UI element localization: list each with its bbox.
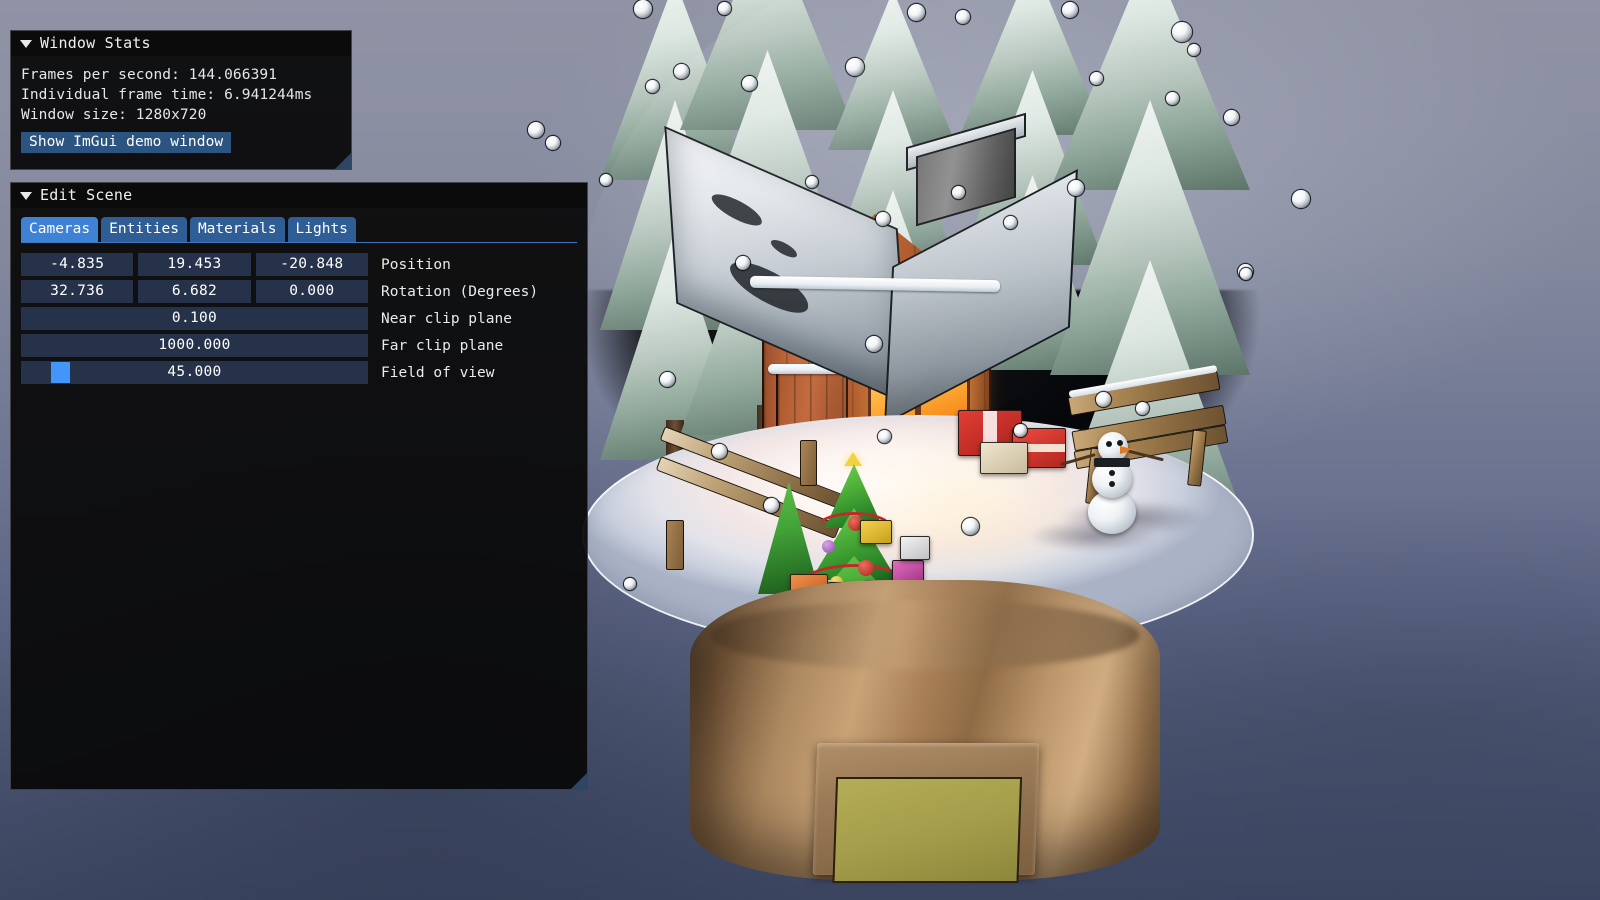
window-stats-panel[interactable]: Window Stats Frames per second: 144.0663…	[10, 30, 352, 170]
camera-fov-slider[interactable]: 45.000	[21, 361, 368, 384]
frame-time-stat: Individual frame time: 6.941244ms	[21, 87, 313, 103]
snow-globe	[560, 0, 1290, 900]
tab-cameras[interactable]: Cameras	[21, 217, 99, 242]
window-stats-title: Window Stats	[40, 34, 151, 53]
camera-far-clip-label: Far clip plane	[381, 337, 504, 354]
snowman-eye-right	[1117, 440, 1123, 446]
edit-scene-title: Edit Scene	[40, 186, 133, 205]
snow-particle	[956, 10, 970, 24]
snowman-eye-left	[1106, 441, 1112, 447]
camera-fov-row: 45.000 Field of view	[21, 361, 577, 384]
snow-particle	[876, 212, 890, 226]
edit-scene-resize-grip[interactable]	[571, 773, 587, 789]
snow-particle	[624, 578, 636, 590]
snow-particle	[718, 2, 731, 15]
snow-particle	[1096, 392, 1111, 407]
camera-rotation-row: 32.736 6.682 0.000 Rotation (Degrees)	[21, 280, 577, 303]
pedestal-highlight-band	[710, 600, 1140, 670]
fence-post-left	[666, 520, 684, 570]
snow-particle	[1004, 216, 1017, 229]
snow-particle	[712, 444, 727, 459]
snowman-button-1	[1109, 470, 1115, 476]
edit-scene-body: Cameras Entities Materials Lights -4.835…	[11, 209, 587, 398]
tab-entities[interactable]: Entities	[101, 217, 187, 242]
snow-particle	[1292, 190, 1310, 208]
camera-rotation-x-field[interactable]: 32.736	[21, 280, 134, 303]
camera-position-z-field[interactable]: -20.848	[255, 253, 368, 276]
snow-particle	[660, 372, 675, 387]
snow-particle	[866, 336, 882, 352]
gift-box-white	[900, 536, 930, 560]
snow-particle	[908, 4, 925, 21]
snow-particle	[1014, 424, 1027, 437]
snow-particle	[1090, 72, 1103, 85]
tree-star-topper	[844, 452, 862, 466]
snow-particle	[634, 0, 652, 18]
snow-particle	[674, 64, 689, 79]
snow-particle	[952, 186, 965, 199]
edit-scene-tab-bar: Cameras Entities Materials Lights	[21, 217, 577, 243]
roof-dark-patch-a	[711, 188, 763, 232]
snow-particle	[528, 122, 544, 138]
snow-particle	[1166, 92, 1179, 105]
snow-particle	[1224, 110, 1239, 125]
camera-position-x-field[interactable]: -4.835	[21, 253, 134, 276]
snow-particle	[1068, 180, 1084, 196]
snow-particle	[736, 256, 750, 270]
camera-fov-slider-grab[interactable]	[51, 362, 70, 383]
snowman-button-2	[1109, 481, 1115, 487]
screen-root: Window Stats Frames per second: 144.0663…	[0, 0, 1600, 900]
snow-particle	[1136, 402, 1149, 415]
edit-scene-panel[interactable]: Edit Scene Cameras Entities Materials Li…	[10, 182, 588, 790]
gift-box-yellow	[860, 520, 892, 544]
gift-box-cream	[980, 442, 1028, 474]
camera-fov-value: 45.000	[167, 364, 222, 380]
tree-bauble-purple	[822, 540, 835, 553]
edit-scene-titlebar[interactable]: Edit Scene	[11, 183, 587, 209]
collapse-triangle-icon[interactable]	[20, 191, 32, 200]
tab-materials[interactable]: Materials	[189, 217, 285, 242]
camera-near-clip-row: 0.100 Near clip plane	[21, 307, 577, 330]
snow-particle	[1188, 44, 1200, 56]
pedestal-plaque-surface	[832, 777, 1023, 883]
snow-particle	[600, 174, 612, 186]
snowman-scarf	[1094, 458, 1130, 467]
roof-dark-patch-b	[770, 236, 798, 261]
snow-particle	[764, 498, 779, 513]
snow-particle	[806, 176, 818, 188]
fps-stat: Frames per second: 144.066391	[21, 67, 278, 83]
tab-lights[interactable]: Lights	[287, 217, 356, 242]
camera-rotation-label: Rotation (Degrees)	[380, 283, 539, 300]
snow-particle	[846, 58, 864, 76]
camera-near-clip-label: Near clip plane	[381, 310, 512, 327]
show-imgui-demo-window-button[interactable]: Show ImGui demo window	[21, 132, 232, 153]
window-stats-body: Frames per second: 144.066391 Individual…	[11, 57, 351, 163]
snow-particle	[742, 76, 757, 91]
window-stats-titlebar[interactable]: Window Stats	[11, 31, 351, 57]
camera-fov-label: Field of view	[381, 364, 495, 381]
camera-far-clip-row: 1000.000 Far clip plane	[21, 334, 577, 357]
window-size-stat: Window size: 1280x720	[21, 107, 207, 123]
window-stats-resize-grip[interactable]	[335, 153, 351, 169]
camera-position-y-field[interactable]: 19.453	[138, 253, 251, 276]
camera-position-label: Position	[380, 256, 451, 273]
camera-rotation-z-field[interactable]: 0.000	[255, 280, 368, 303]
collapse-triangle-icon[interactable]	[20, 39, 32, 48]
pedestal-plaque-frame	[812, 743, 1040, 883]
tree-bauble-red-b	[858, 560, 874, 576]
snow-particle	[962, 518, 979, 535]
snow-particle	[646, 80, 659, 93]
snow-particle	[1062, 2, 1078, 18]
snow-particle	[546, 136, 560, 150]
camera-far-clip-field[interactable]: 1000.000	[21, 334, 368, 357]
camera-rotation-y-field[interactable]: 6.682	[138, 280, 251, 303]
snow-particle	[878, 430, 891, 443]
snow-particle	[1172, 22, 1192, 42]
camera-near-clip-field[interactable]: 0.100	[21, 307, 368, 330]
camera-position-row: -4.835 19.453 -20.848 Position	[21, 253, 577, 276]
snow-particle	[1240, 268, 1252, 280]
